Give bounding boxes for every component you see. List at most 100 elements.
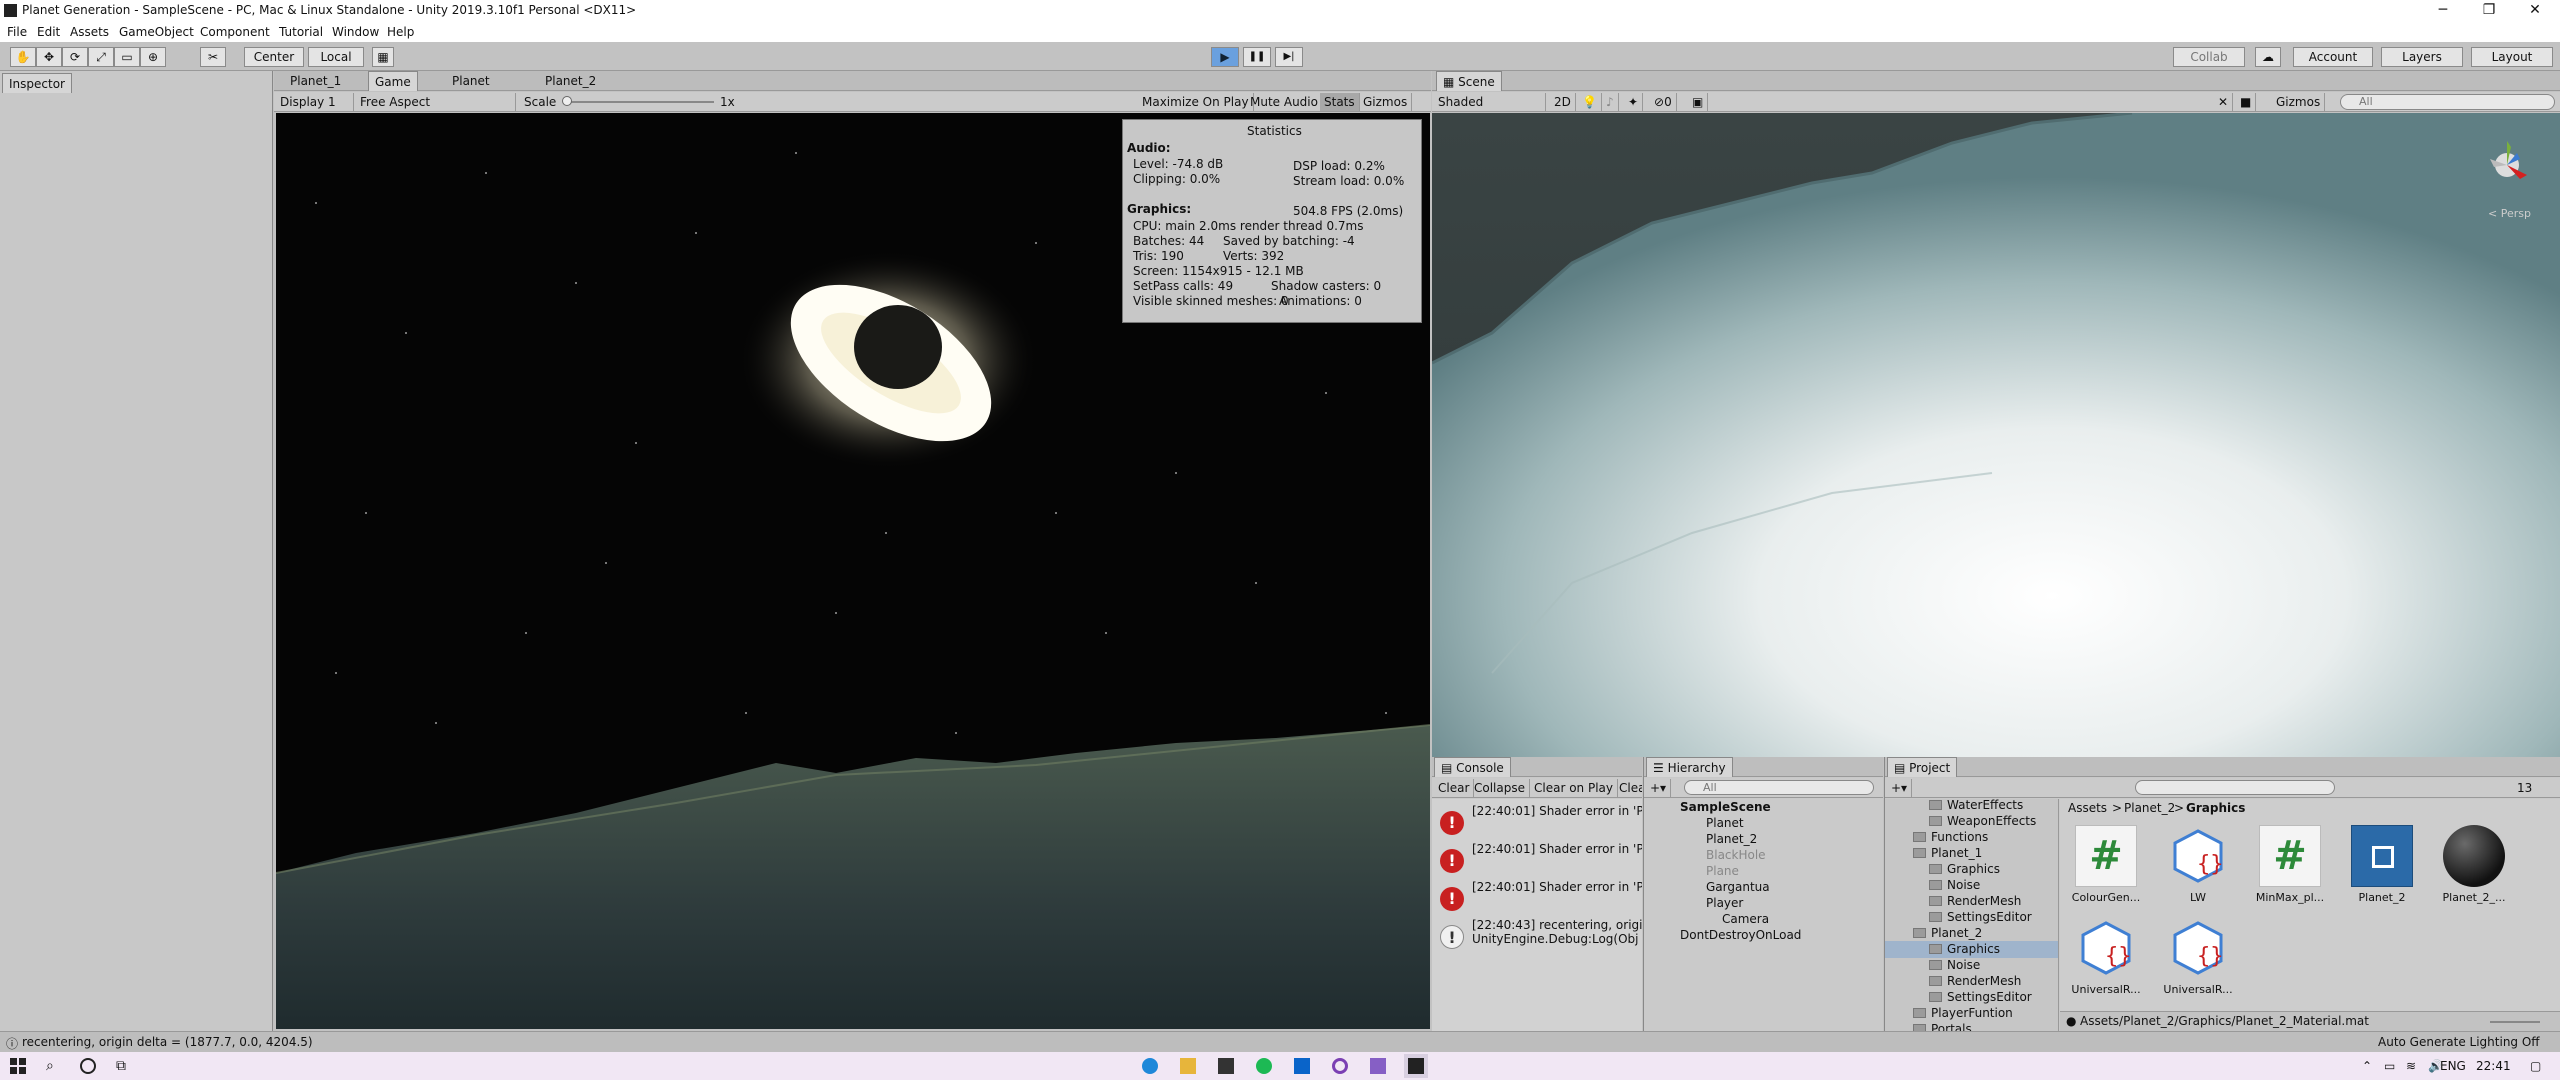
menu-component[interactable]: Component <box>200 25 270 39</box>
console-collapse-button[interactable]: Collapse <box>1470 779 1530 797</box>
aspect-dropdown[interactable]: Free Aspect <box>356 93 516 111</box>
search-icon[interactable]: ⌕ <box>46 1058 62 1074</box>
folder-item[interactable]: Portals <box>1931 1022 1972 1031</box>
perspective-label[interactable]: < Persp <box>2488 207 2531 220</box>
account-dropdown[interactable]: Account <box>2293 47 2373 67</box>
mode-2d-toggle[interactable]: 2D <box>1550 93 1576 111</box>
breadcrumb-assets[interactable]: Assets <box>2068 801 2107 815</box>
menu-help[interactable]: Help <box>387 25 414 39</box>
spotify-icon[interactable] <box>1256 1058 1272 1074</box>
maximize-on-play-toggle[interactable]: Maximize On Play <box>1138 93 1254 111</box>
console-entry[interactable]: [22:40:01] Shader error in 'P <box>1472 842 1642 856</box>
status-message[interactable]: recentering, origin delta = (1877.7, 0.0… <box>22 1035 313 1049</box>
pivot-local-toggle[interactable]: Local <box>308 47 364 67</box>
camera-settings-icon[interactable]: ▣ <box>1688 93 1709 111</box>
console-clear-on-play-button[interactable]: Clear on Play <box>1530 779 1618 797</box>
asset-item[interactable]: {} UniversalR... <box>2162 917 2234 996</box>
windows-start-icon[interactable] <box>10 1058 26 1074</box>
tab-planet-2[interactable]: Planet_2 <box>539 71 602 91</box>
game-gizmos-dropdown[interactable]: Gizmos <box>1359 93 1413 111</box>
icon-size-slider[interactable] <box>2490 1021 2540 1023</box>
scale-tool-icon[interactable]: ⤢ <box>88 47 114 67</box>
mute-audio-toggle[interactable]: Mute Audio <box>1246 93 1323 111</box>
console-clear-on-build-button[interactable]: Clea <box>1615 779 1642 797</box>
lighting-toggle-icon[interactable]: 💡 <box>1578 93 1602 111</box>
folder-item[interactable]: SettingsEditor <box>1947 990 2032 1004</box>
hierarchy-item-blackhole[interactable]: BlackHole <box>1706 848 1766 862</box>
display-dropdown[interactable]: Display 1 <box>276 93 354 111</box>
asset-item[interactable]: # ColourGen... <box>2070 825 2142 904</box>
hierarchy-item-plane[interactable]: Plane <box>1706 864 1739 878</box>
hand-tool-icon[interactable]: ✋ <box>10 47 36 67</box>
console-clear-button[interactable]: Clear <box>1434 779 1475 797</box>
menu-tutorial[interactable]: Tutorial <box>279 25 323 39</box>
tab-game[interactable]: Game <box>368 71 418 91</box>
tab-hierarchy[interactable]: ☰ Hierarchy <box>1646 757 1733 777</box>
pause-button[interactable]: ❚❚ <box>1243 47 1271 67</box>
rect-tool-icon[interactable]: ▭ <box>114 47 140 67</box>
hierarchy-item-player[interactable]: Player <box>1706 896 1743 910</box>
maximize-button[interactable]: ❐ <box>2466 0 2512 22</box>
scale-slider-handle[interactable] <box>562 96 572 106</box>
pivot-center-toggle[interactable]: Center <box>244 47 304 67</box>
breadcrumb-graphics[interactable]: Graphics <box>2186 801 2245 815</box>
asset-item[interactable]: # MinMax_pl... <box>2254 825 2326 904</box>
menu-gameobject[interactable]: GameObject <box>119 25 194 39</box>
scene-search-input[interactable]: All <box>2340 94 2555 110</box>
console-entry[interactable]: [22:40:43] recentering, origi <box>1472 918 1642 932</box>
custom-tool-icon[interactable]: ✂ <box>200 47 226 67</box>
visual-studio-icon[interactable] <box>1370 1058 1386 1074</box>
asset-item[interactable]: {} UniversalR... <box>2070 917 2142 996</box>
hierarchy-item-gargantua[interactable]: Gargantua <box>1706 880 1770 894</box>
tools-icon[interactable]: ✕ <box>2214 93 2234 111</box>
folder-item[interactable]: Functions <box>1931 830 1988 844</box>
scene-gizmos-dropdown[interactable]: Gizmos <box>2272 93 2326 111</box>
tab-project[interactable]: ▤ Project <box>1887 757 1958 777</box>
hierarchy-create-button[interactable]: +▾ <box>1646 779 1672 797</box>
hierarchy-item-camera[interactable]: Camera <box>1722 912 1769 926</box>
minimize-button[interactable]: ─ <box>2420 0 2466 22</box>
folder-item[interactable]: RenderMesh <box>1947 894 2021 908</box>
folder-item[interactable]: WeaponEffects <box>1947 814 2036 828</box>
project-search-input[interactable] <box>2135 780 2335 795</box>
tray-chevron-icon[interactable]: ⌃ <box>2362 1059 2372 1073</box>
move-tool-icon[interactable]: ✥ <box>36 47 62 67</box>
grid-snap-icon[interactable]: ▦ <box>372 47 394 67</box>
hierarchy-item-planet-2[interactable]: Planet_2 <box>1706 832 1757 846</box>
console-entry[interactable]: [22:40:01] Shader error in 'P <box>1472 880 1642 894</box>
effects-toggle-icon[interactable]: ✦ <box>1624 93 1644 111</box>
folder-item[interactable]: PlayerFuntion <box>1931 1006 2013 1020</box>
folder-item[interactable]: SettingsEditor <box>1947 910 2032 924</box>
project-create-button[interactable]: +▾ <box>1887 779 1913 797</box>
wifi-icon[interactable]: ≋ <box>2406 1059 2416 1073</box>
layout-dropdown[interactable]: Layout <box>2471 47 2553 67</box>
asset-item[interactable]: {} LW <box>2162 825 2234 904</box>
menu-window[interactable]: Window <box>332 25 379 39</box>
folder-item[interactable]: WaterEffects <box>1947 798 2023 812</box>
hierarchy-item-samplescene[interactable]: SampleScene <box>1680 800 1771 814</box>
collab-dropdown[interactable]: Collab <box>2173 47 2245 67</box>
audio-toggle-icon[interactable]: ♪ <box>1602 93 1619 111</box>
folder-item[interactable]: Noise <box>1947 878 1980 892</box>
cloud-icon[interactable]: ☁ <box>2255 47 2281 67</box>
edge-browser-icon[interactable] <box>1142 1058 1158 1074</box>
folder-item[interactable]: Noise <box>1947 958 1980 972</box>
folder-item[interactable]: Graphics <box>1947 862 2000 876</box>
rotate-tool-icon[interactable]: ⟳ <box>62 47 88 67</box>
folder-item[interactable]: Planet_2 <box>1931 926 1982 940</box>
task-view-icon[interactable]: ⧉ <box>116 1058 132 1074</box>
cortana-icon[interactable] <box>80 1058 96 1074</box>
breadcrumb-planet-2[interactable]: Planet_2 <box>2124 801 2175 815</box>
language-indicator[interactable]: ENG <box>2440 1059 2466 1073</box>
file-explorer-icon[interactable] <box>1180 1058 1196 1074</box>
folder-item[interactable]: Planet_1 <box>1931 846 1982 860</box>
tab-console[interactable]: ▤ Console <box>1434 757 1511 777</box>
step-button[interactable]: ▶| <box>1275 47 1303 67</box>
folder-item-selected[interactable]: Graphics <box>1947 942 2000 956</box>
folder-item[interactable]: RenderMesh <box>1947 974 2021 988</box>
unity-taskbar-icon[interactable] <box>1404 1054 1428 1078</box>
transform-tool-icon[interactable]: ⊕ <box>140 47 166 67</box>
menu-edit[interactable]: Edit <box>37 25 60 39</box>
scene-view[interactable]: < Persp <box>1432 113 2560 757</box>
tab-inspector[interactable]: Inspector <box>2 73 72 93</box>
